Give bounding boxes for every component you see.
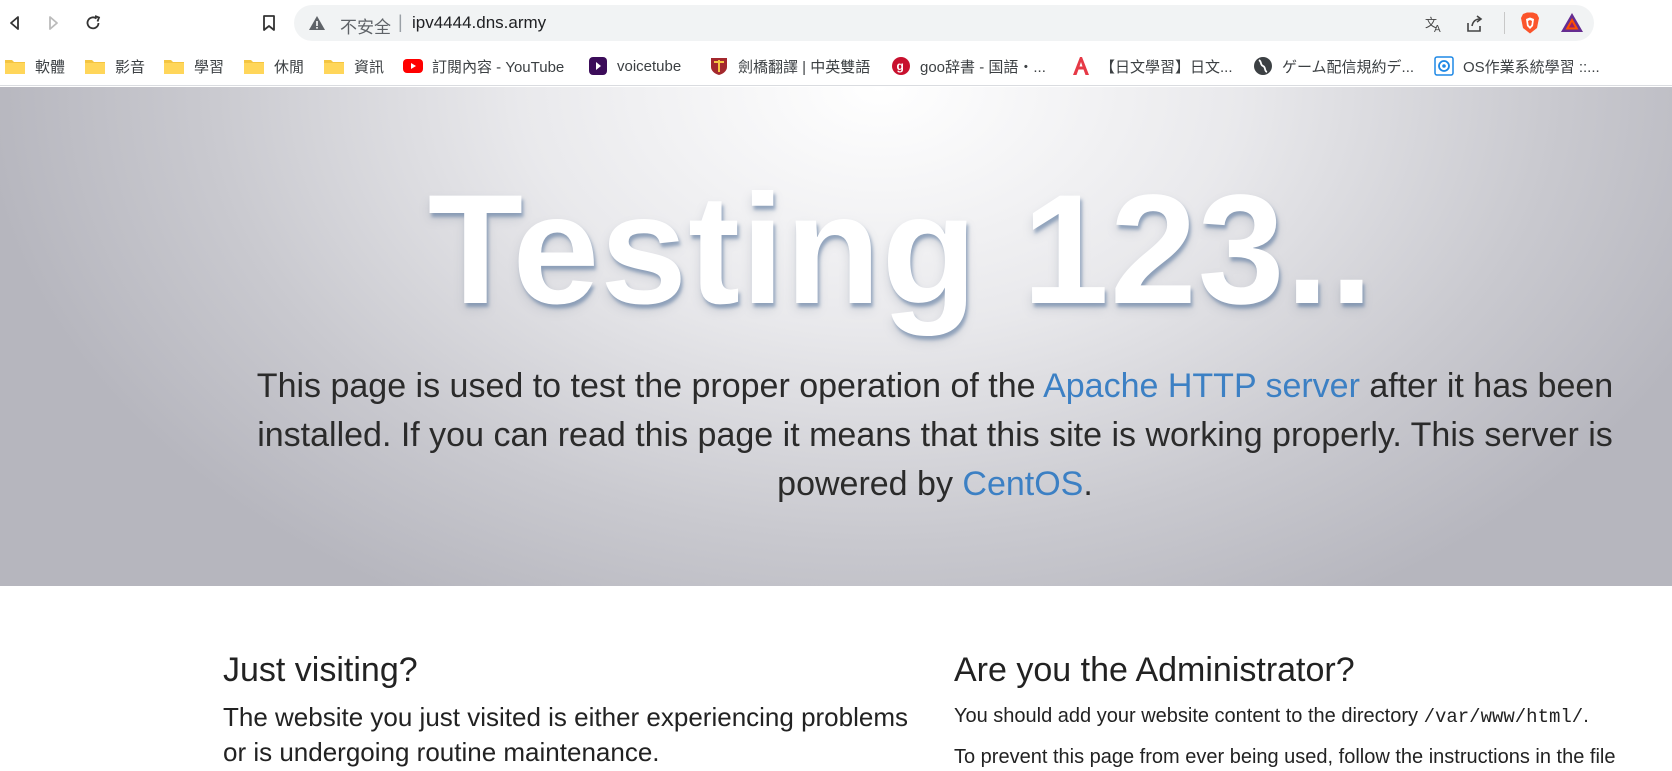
reload-button[interactable] <box>80 10 106 36</box>
bookmark-label: 學習 <box>194 58 225 76</box>
forward-button[interactable] <box>40 10 66 36</box>
bookmark-youtube[interactable]: 訂閱內容 - YouTube <box>403 55 564 77</box>
bookmark-label: 資訊 <box>354 58 385 76</box>
apache-link[interactable]: Apache HTTP server <box>1043 367 1360 405</box>
address-separator: | <box>398 12 403 32</box>
bookmark-folder-software[interactable]: 軟體 <box>4 55 65 77</box>
bookmark-folder-leisure[interactable]: 休閒 <box>243 55 304 77</box>
folder-icon <box>324 60 344 74</box>
bookmark-folder-media[interactable]: 影音 <box>84 55 145 77</box>
bookmark-label: 訂閱內容 - YouTube <box>432 58 565 76</box>
hero-banner: Testing 123.. This page is used to test … <box>0 87 1672 586</box>
admin-p1-end: . <box>1583 705 1589 727</box>
brave-rewards-icon[interactable] <box>1560 11 1584 35</box>
bookmark-label: goo辞書 - 国語・... <box>920 58 1046 76</box>
folder-icon <box>5 60 25 74</box>
folder-icon <box>164 60 184 74</box>
bookmark-label: voicetube <box>617 57 682 75</box>
os-icon <box>1434 56 1454 76</box>
url-text[interactable]: ipv4444.dns.army <box>412 13 546 33</box>
voicetube-icon <box>588 56 608 76</box>
hero-text-before: This page is used to test the proper ope… <box>256 367 1044 405</box>
bookmark-label: 劍橋翻譯 | 中英雙語 <box>738 58 871 76</box>
visitor-heading: Just visiting? <box>223 651 418 689</box>
brave-shields-icon[interactable] <box>1518 11 1542 35</box>
bookmark-icon <box>263 15 275 31</box>
bookmark-label: 休閒 <box>274 58 305 76</box>
address-bar[interactable]: 不安全 | ipv4444.dns.army 文A <box>294 5 1594 41</box>
bookmark-label: 軟體 <box>35 58 66 76</box>
bookmark-label: ゲーム配信規約デ... <box>1282 58 1415 76</box>
bookmark-label: OS作業系統學習 ::... <box>1463 58 1600 76</box>
bookmark-label: 【日文學習】日文... <box>1100 58 1233 76</box>
bookmarks-bar: 軟體 影音 學習 休閒 資訊 訂閱內容 - YouTube voicetube … <box>0 46 1672 86</box>
visitor-section: Just visiting? The website you just visi… <box>223 650 923 770</box>
page-title: Testing 123.. <box>427 163 1375 337</box>
bookmark-button[interactable] <box>256 10 282 36</box>
hero-text-after: . <box>1083 465 1093 503</box>
centos-link[interactable]: CentOS <box>962 465 1083 503</box>
share-icon[interactable] <box>1464 14 1484 34</box>
forward-arrow-icon <box>49 16 58 30</box>
bookmark-voicetube[interactable]: voicetube <box>588 55 681 77</box>
bookmark-folder-learning[interactable]: 學習 <box>163 55 224 77</box>
warning-icon <box>309 16 325 30</box>
goo-icon: g <box>891 56 911 76</box>
svg-text:g: g <box>897 59 904 73</box>
admin-heading: Are you the Administrator? <box>954 651 1355 689</box>
visitor-paragraph: The website you just visited is either e… <box>223 702 909 767</box>
translate-icon[interactable]: 文A <box>1424 14 1444 34</box>
a-letter-icon <box>1071 56 1091 76</box>
bookmark-cambridge[interactable]: 劍橋翻譯 | 中英雙語 <box>709 55 870 77</box>
security-label[interactable]: 不安全 <box>340 13 391 38</box>
bookmark-os[interactable]: OS作業系統學習 ::... <box>1434 55 1600 77</box>
bookmark-label: 影音 <box>115 58 146 76</box>
admin-paragraph-2: To prevent this page from ever being use… <box>954 746 1616 768</box>
admin-paragraph-1: You should add your website content to t… <box>954 702 1654 731</box>
admin-section: Are you the Administrator? You should ad… <box>954 650 1654 771</box>
bookmark-folder-info[interactable]: 資訊 <box>323 55 384 77</box>
toolbar-divider <box>1504 12 1505 34</box>
youtube-icon <box>403 56 423 76</box>
folder-icon <box>85 60 105 74</box>
svg-text:A: A <box>1434 24 1441 34</box>
reload-icon <box>86 15 101 30</box>
docroot-path: /var/www/html/ <box>1423 706 1584 728</box>
bookmark-japanese[interactable]: 【日文學習】日文... <box>1071 55 1233 77</box>
browser-toolbar: 不安全 | ipv4444.dns.army 文A <box>0 0 1672 46</box>
folder-icon <box>244 60 264 74</box>
back-arrow-icon <box>10 16 19 30</box>
back-button[interactable] <box>2 10 28 36</box>
bookmark-goo[interactable]: g goo辞書 - 国語・... <box>891 55 1046 77</box>
admin-p1-text: You should add your website content to t… <box>954 705 1424 727</box>
cambridge-icon <box>709 56 729 76</box>
bookmark-game[interactable]: ゲーム配信規約デ... <box>1253 55 1414 77</box>
hero-description: This page is used to test the proper ope… <box>225 362 1645 509</box>
globe-icon <box>1253 56 1273 76</box>
